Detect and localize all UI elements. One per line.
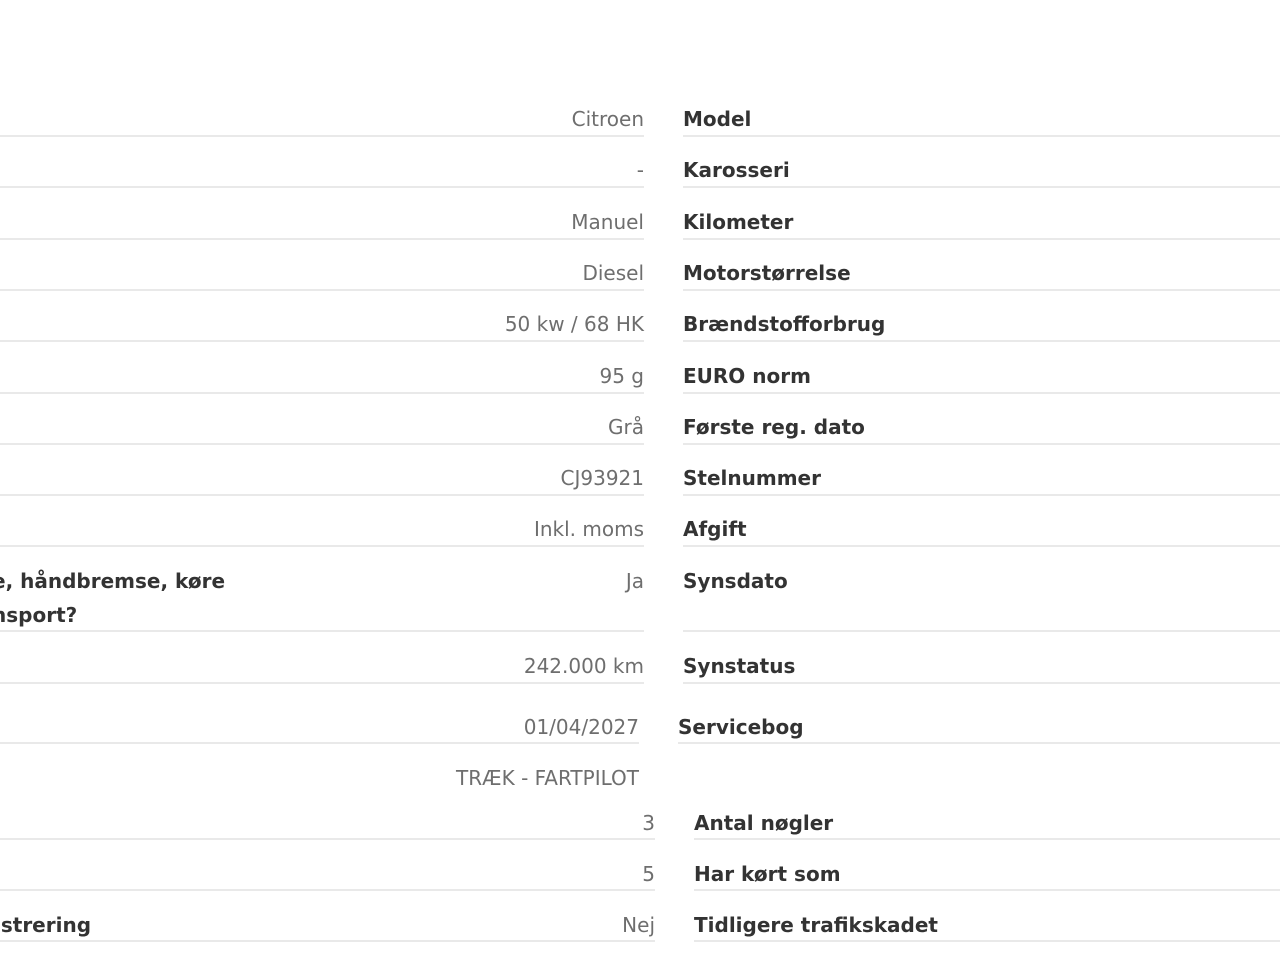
right-label: Model xyxy=(683,107,752,131)
right-label: Motorstørrelse xyxy=(683,261,851,285)
row-divider-right xyxy=(678,742,1280,744)
row-divider-left xyxy=(0,940,655,942)
left-value: 5 xyxy=(642,862,655,886)
right-label: Har kørt som xyxy=(694,862,841,886)
left-value: - xyxy=(636,158,644,182)
row-divider-right xyxy=(683,682,1280,684)
row-divider-left xyxy=(0,289,644,291)
row-divider-right xyxy=(683,186,1280,188)
right-label: Karosseri xyxy=(683,158,790,182)
right-label: Kilometer xyxy=(683,210,794,234)
row-divider-left xyxy=(0,135,644,137)
row-divider-left xyxy=(0,630,644,632)
row-divider-left xyxy=(0,392,644,394)
right-label: Afgift xyxy=(683,517,747,541)
row-divider-left xyxy=(0,340,644,342)
left-value: Nej xyxy=(622,913,655,937)
row-divider-left xyxy=(0,742,639,744)
row-divider-right xyxy=(683,135,1280,137)
row-divider-right xyxy=(683,238,1280,240)
row-divider-left xyxy=(0,682,644,684)
row-divider-left xyxy=(0,545,644,547)
row-divider-right xyxy=(683,443,1280,445)
row-divider-right xyxy=(683,289,1280,291)
row-divider-right xyxy=(694,889,1280,891)
left-value: Citroen xyxy=(571,107,644,131)
left-value: Inkl. moms xyxy=(533,517,644,541)
left-label-line-2: nsport? xyxy=(0,603,78,627)
row-divider-left xyxy=(0,186,644,188)
left-value: 3 xyxy=(642,811,655,835)
left-value: 50 kw / 68 HK xyxy=(504,312,644,336)
row-divider-right xyxy=(694,940,1280,942)
left-value: 01/04/2027 xyxy=(523,715,639,739)
row-divider-left xyxy=(0,238,644,240)
right-label: Antal nøgler xyxy=(694,811,834,835)
row-divider-right xyxy=(683,545,1280,547)
row-divider-right xyxy=(683,392,1280,394)
left-value: TRÆK - FARTPILOT xyxy=(456,766,639,790)
right-label: Stelnummer xyxy=(683,466,821,490)
row-divider-left xyxy=(0,494,644,496)
row-divider-left xyxy=(0,838,655,840)
left-value: Diesel xyxy=(582,261,644,285)
left-value: Grå xyxy=(608,415,644,439)
left-value: 242.000 km xyxy=(523,654,644,678)
right-label: EURO norm xyxy=(683,364,811,388)
row-divider-right xyxy=(683,340,1280,342)
right-label: Synsdato xyxy=(683,569,788,593)
left-value: Ja xyxy=(625,569,644,593)
left-value: 95 g xyxy=(599,364,644,388)
left-value: Manuel xyxy=(571,210,644,234)
right-label: Første reg. dato xyxy=(683,415,865,439)
right-label: Tidligere trafikskadet xyxy=(694,913,938,937)
right-label: Brændstofforbrug xyxy=(683,312,886,336)
row-divider-right xyxy=(683,494,1280,496)
row-divider-right xyxy=(683,630,1280,632)
row-divider-right xyxy=(694,838,1280,840)
right-label: Synstatus xyxy=(683,654,796,678)
right-label: Servicebog xyxy=(678,715,804,739)
row-divider-left xyxy=(0,889,655,891)
row-divider-left xyxy=(0,443,644,445)
left-value: CJ93921 xyxy=(560,466,645,490)
